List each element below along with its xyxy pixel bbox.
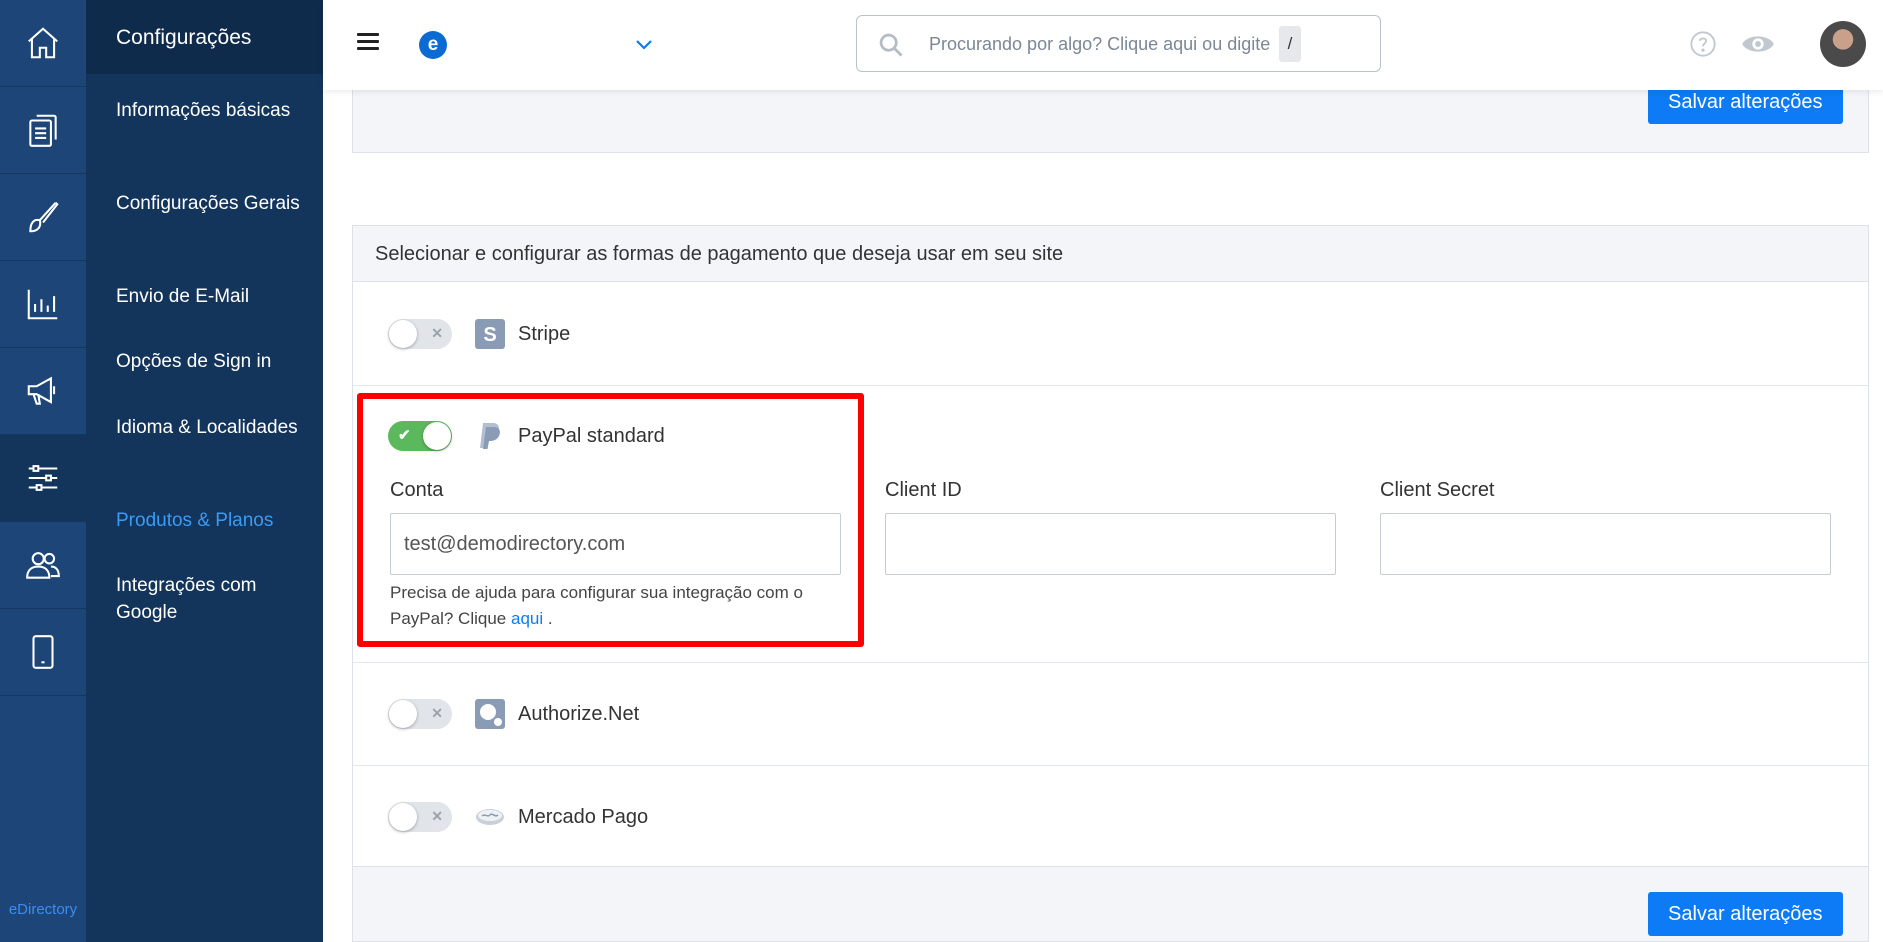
stripe-label: Stripe — [518, 323, 571, 345]
chevron-down-icon[interactable] — [632, 32, 656, 56]
subnav-item-basic-info[interactable]: Informações básicas — [116, 97, 316, 124]
icon-rail: eDirectory — [0, 0, 86, 942]
search-shortcut-key: / — [1279, 26, 1301, 62]
rail-item-home[interactable] — [0, 0, 86, 87]
subnav-item-products-plans[interactable]: Produtos & Planos — [116, 507, 316, 534]
rail-item-users[interactable] — [0, 522, 86, 609]
rail-item-reports[interactable] — [0, 261, 86, 348]
payment-panel-footer: Salvar alterações — [353, 866, 1868, 941]
chart-icon — [27, 289, 58, 320]
users-icon — [26, 552, 60, 579]
subnav-item-google[interactable]: Integrações com Google — [116, 572, 316, 626]
payment-methods-heading: Selecionar e configurar as formas de pag… — [353, 226, 1868, 282]
subnav-item-email[interactable]: Envio de E-Mail — [116, 283, 316, 310]
avatar[interactable] — [1820, 21, 1866, 67]
gateway-row-authorize-net: ✕ Authorize.Net — [353, 663, 1868, 766]
authorize-net-label: Authorize.Net — [518, 703, 640, 725]
stripe-toggle[interactable]: ✕ — [388, 319, 452, 349]
search-placeholder: Procurando por algo? Clique aqui ou digi… — [929, 34, 1271, 54]
rail-item-settings[interactable] — [0, 435, 86, 522]
home-icon — [28, 27, 58, 59]
brand-label[interactable]: eDirectory — [0, 901, 86, 918]
stripe-logo-icon: S — [475, 319, 505, 349]
search-input[interactable]: Procurando por algo? Clique aqui ou digi… — [856, 15, 1381, 72]
svg-text:S: S — [483, 324, 496, 346]
site-logo[interactable]: e — [419, 31, 447, 59]
mercado-pago-label: Mercado Pago — [518, 806, 649, 828]
rail-item-marketing[interactable] — [0, 348, 86, 435]
menu-icon[interactable] — [357, 33, 379, 51]
eye-icon[interactable] — [1741, 30, 1775, 58]
megaphone-icon — [27, 376, 56, 405]
paypal-client-secret-label: Client Secret — [1380, 479, 1495, 501]
top-bar: e Procurando por algo? Clique aqui ou di… — [323, 0, 1883, 90]
subnav-item-general-settings[interactable]: Configurações Gerais — [116, 190, 316, 217]
rail-item-content[interactable] — [0, 87, 86, 174]
gateway-row-stripe: ✕ S Stripe — [353, 283, 1868, 386]
paypal-client-id-input[interactable] — [885, 513, 1336, 575]
rail-item-design[interactable] — [0, 174, 86, 261]
mercado-pago-toggle[interactable]: ✕ — [388, 802, 452, 832]
subnav-item-sign-in[interactable]: Opções de Sign in — [116, 348, 316, 375]
gateway-row-mercado-pago: ✕ Mercado Pago — [353, 766, 1868, 869]
paypal-highlight-box — [357, 393, 864, 647]
help-icon[interactable] — [1689, 30, 1717, 58]
save-button-bottom[interactable]: Salvar alterações — [1648, 892, 1843, 936]
subnav-item-language[interactable]: Idioma & Localidades — [116, 414, 316, 441]
authorize-net-logo-icon — [475, 699, 505, 729]
paypal-client-secret-input[interactable] — [1380, 513, 1831, 575]
sliders-icon — [28, 465, 58, 491]
paypal-client-id-label: Client ID — [885, 479, 962, 501]
subnav-title: Configurações — [86, 0, 323, 74]
brush-icon — [29, 202, 59, 233]
rail-item-mobile[interactable] — [0, 609, 86, 696]
mobile-icon — [32, 635, 54, 669]
documents-icon — [29, 114, 57, 147]
authorize-net-toggle[interactable]: ✕ — [388, 699, 452, 729]
mercado-pago-logo-icon — [476, 809, 504, 825]
search-icon — [879, 33, 903, 57]
settings-subnav: Configurações Informações básicas Config… — [86, 0, 323, 942]
